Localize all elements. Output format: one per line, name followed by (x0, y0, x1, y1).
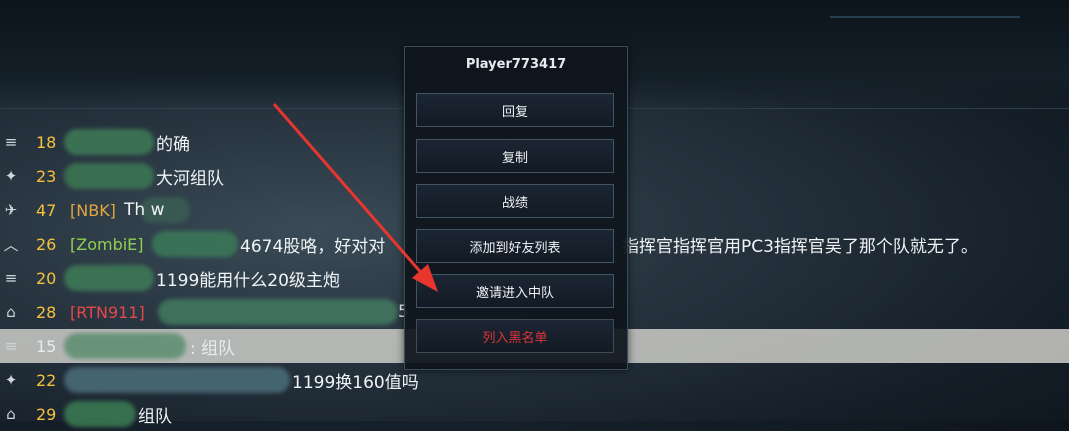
star-icon: ⌂ (6, 405, 16, 423)
stats-button[interactable]: 战绩 (416, 184, 614, 218)
add-friend-button[interactable]: 添加到好友列表 (416, 229, 614, 263)
player-level: 23 (36, 166, 57, 186)
blurred-name (64, 401, 136, 427)
chat-row[interactable]: ⌂ 29 组队 (0, 397, 1069, 431)
blurred-name (64, 333, 186, 359)
blurred-name (158, 299, 398, 325)
chat-message-overflow: 指挥官指挥官用PC3指挥官吴了那个队就无了。 (622, 236, 978, 257)
medal-icon: ≡ (4, 337, 18, 355)
top-decor-line (830, 16, 1020, 18)
blurred-name (152, 231, 238, 257)
invite-squad-button[interactable]: 邀请进入中队 (416, 274, 614, 308)
chat-message: 4674股咯，好对对 (240, 236, 386, 257)
blurred-name (64, 129, 154, 155)
player-level: 26 (36, 234, 57, 254)
blurred-name (64, 163, 154, 189)
star-icon: ⌂ (6, 303, 16, 321)
copy-button[interactable]: 复制 (416, 139, 614, 173)
chat-message: 的确 (156, 134, 190, 155)
medal-icon: ≡ (4, 269, 18, 287)
chat-message: 1199能用什么20级主炮 (156, 270, 340, 291)
player-level: 15 (36, 336, 57, 356)
blurred-name (64, 265, 154, 291)
medal-icon: ≡ (4, 133, 18, 151)
clan-tag: [RTN911] (70, 302, 145, 322)
player-context-menu: Player773417 回复 复制 战绩 添加到好友列表 邀请进入中队 列入黑… (404, 46, 628, 370)
clan-tag: [ZombiE] (70, 234, 144, 254)
chat-message: 大河组队 (156, 168, 224, 189)
player-level: 22 (36, 370, 57, 390)
wings-icon: ✦ (4, 371, 18, 389)
wings-icon: ✦ (4, 167, 18, 185)
chat-message: 1199换160值吗 (292, 372, 419, 393)
player-name-title: Player773417 (465, 57, 567, 72)
chat-message: 组队 (138, 406, 172, 427)
player-level: 18 (36, 132, 57, 152)
blurred-name (64, 367, 290, 393)
chat-message: : 组队 (190, 338, 236, 359)
clan-tag: [NBK] (70, 200, 116, 220)
chat-message: Th w (124, 200, 165, 220)
chevron-icon: ︿ (3, 235, 19, 254)
eagle-icon: ✈ (4, 201, 18, 219)
player-level: 28 (36, 302, 57, 322)
player-level: 47 (36, 200, 57, 220)
reply-button[interactable]: 回复 (416, 93, 614, 127)
blacklist-button[interactable]: 列入黑名单 (416, 319, 614, 353)
player-level: 20 (36, 268, 57, 288)
